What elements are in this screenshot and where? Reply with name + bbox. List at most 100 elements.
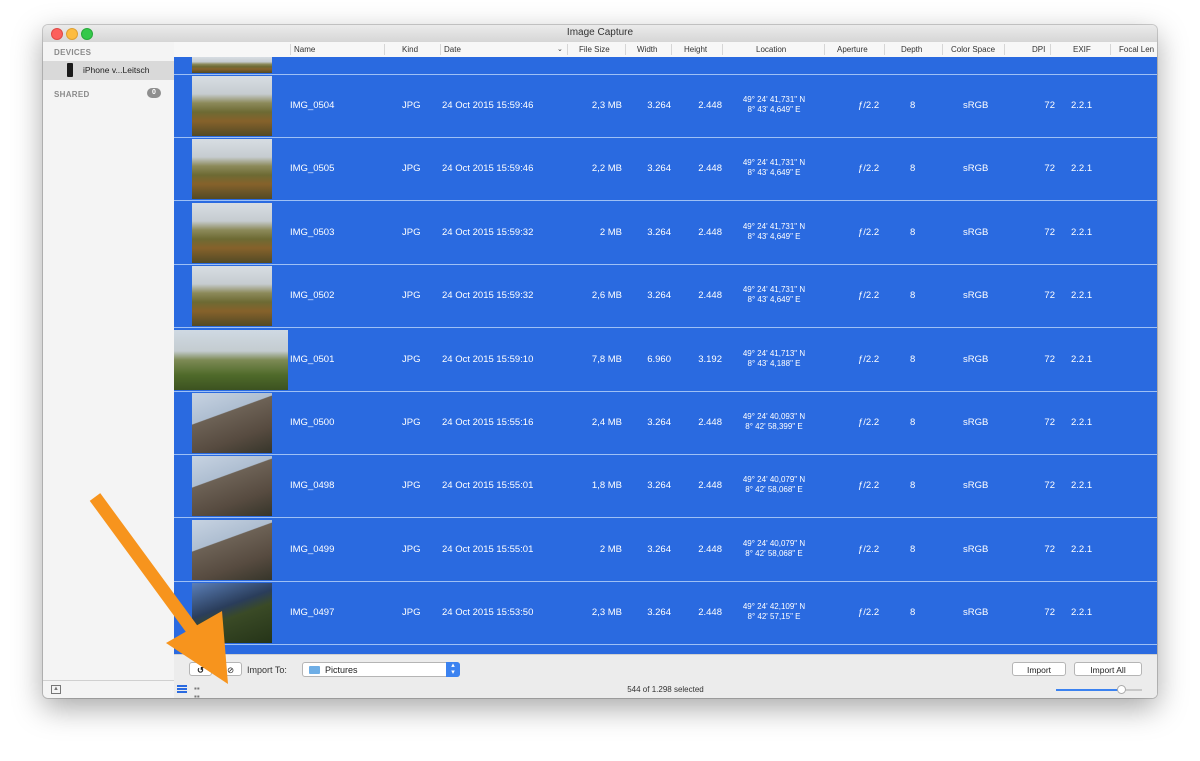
devices-header: DEVICES [54, 48, 92, 57]
latitude: 49° 24' 41,731" N [742, 285, 806, 294]
longitude: 8° 43' 4,649" E [747, 105, 801, 114]
file-name: IMG_0504 [290, 100, 335, 111]
table-row[interactable] [174, 646, 1157, 654]
slider-knob[interactable] [1117, 685, 1126, 694]
file-date: 24 Oct 2015 15:59:32 [442, 290, 534, 301]
shared-count-badge: 0 [147, 88, 161, 98]
thumbnail-size-slider[interactable] [1056, 685, 1142, 694]
import-all-button[interactable]: Import All [1074, 662, 1142, 676]
dpi: 72 [1044, 227, 1055, 238]
aperture: ƒ/2.2 [858, 480, 880, 491]
column-header-width[interactable]: Width [637, 45, 657, 55]
column-header-name[interactable]: Name [294, 45, 315, 55]
column-header-height[interactable]: Height [684, 45, 707, 55]
thumbnail-image [192, 76, 272, 136]
aperture: ƒ/2.2 [858, 354, 880, 365]
file-date: 24 Oct 2015 15:59:46 [442, 100, 534, 111]
location-cell: 49° 24' 41,731" N 8° 43' 4,649" E [724, 222, 824, 242]
file-size: 2,4 MB [591, 417, 622, 428]
column-header-kind[interactable]: Kind [402, 45, 418, 55]
image-width: 3.264 [647, 290, 671, 301]
column-header-exif[interactable]: EXIF [1073, 45, 1091, 55]
location-cell: 49° 24' 41,731" N 8° 43' 4,649" E [724, 158, 824, 178]
bit-depth: 8 [910, 607, 916, 618]
dpi: 72 [1044, 163, 1055, 174]
image-height: 2.448 [698, 480, 722, 491]
column-header-depth[interactable]: Depth [901, 45, 922, 55]
rotate-left-button[interactable]: ↺ [189, 662, 212, 676]
main-content: Name Kind Date ⌄ File Size Width Height … [174, 42, 1157, 698]
aperture: ƒ/2.2 [858, 544, 880, 555]
latitude: 49° 24' 41,731" N [742, 95, 806, 104]
latitude: 49° 24' 41,713" N [742, 349, 806, 358]
exif-version: 2.2.1 [1071, 227, 1093, 238]
table-row[interactable]: IMG_0501 JPG 24 Oct 2015 15:59:10 7,8 MB 6.9… [174, 329, 1157, 392]
image-width: 3.264 [647, 480, 671, 491]
import-button[interactable]: Import [1012, 662, 1066, 676]
delete-button[interactable]: ⊘ [219, 662, 242, 676]
color-space: sRGB [963, 417, 989, 428]
column-header-aperture[interactable]: Aperture [837, 45, 868, 55]
image-height: 2.448 [698, 544, 722, 555]
table-row[interactable] [174, 57, 1157, 75]
thumbnail-image [192, 266, 272, 326]
latitude: 49° 24' 42,109" N [742, 602, 806, 611]
file-date: 24 Oct 2015 15:55:16 [442, 417, 534, 428]
image-height: 2.448 [698, 417, 722, 428]
latitude: 49° 24' 40,079" N [742, 475, 806, 484]
table-row[interactable]: IMG_0503 JPG 24 Oct 2015 15:59:32 2 MB 3.264… [174, 202, 1157, 265]
show-sidebar-details-icon[interactable]: ▲ [51, 685, 61, 694]
file-kind: JPG [402, 607, 421, 618]
latitude: 49° 24' 41,731" N [742, 158, 806, 167]
bit-depth: 8 [910, 227, 916, 238]
table-row[interactable]: IMG_0502 JPG 24 Oct 2015 15:59:32 2,6 MB 3.2… [174, 265, 1157, 328]
image-height: 2.448 [698, 290, 722, 301]
color-space: sRGB [963, 100, 989, 111]
location-cell: 49° 24' 42,109" N 8° 42' 57,15" E [724, 602, 824, 622]
sidebar-item-iphone[interactable]: iPhone v...Leitsch [43, 61, 174, 80]
exif-version: 2.2.1 [1071, 607, 1093, 618]
aperture: ƒ/2.2 [858, 163, 880, 174]
image-list[interactable]: IMG_0504 JPG 24 Oct 2015 15:59:46 2,3 MB 3.2… [174, 57, 1157, 654]
table-row[interactable]: IMG_0500 JPG 24 Oct 2015 15:55:16 2,4 MB 3.2… [174, 392, 1157, 455]
file-size: 2,6 MB [591, 290, 622, 301]
longitude: 8° 43' 4,188" E [747, 359, 801, 368]
table-row[interactable]: IMG_0499 JPG 24 Oct 2015 15:55:01 2 MB 3.264… [174, 519, 1157, 582]
aperture: ƒ/2.2 [858, 607, 880, 618]
file-kind: JPG [402, 227, 421, 238]
file-kind: JPG [402, 163, 421, 174]
file-name: IMG_0497 [290, 607, 335, 618]
exif-version: 2.2.1 [1071, 100, 1093, 111]
color-space: sRGB [963, 607, 989, 618]
import-destination-popup[interactable]: Pictures ▴ ▾ [302, 662, 460, 677]
latitude: 49° 24' 41,731" N [742, 222, 806, 231]
color-space: sRGB [963, 290, 989, 301]
table-row[interactable]: IMG_0504 JPG 24 Oct 2015 15:59:46 2,3 MB 3.2… [174, 75, 1157, 138]
bottom-toolbar: ↺ ⊘ Import To: Pictures ▴ ▾ Import Import… [174, 654, 1157, 682]
column-header-focal-length[interactable]: Focal Len [1119, 45, 1154, 55]
color-space: sRGB [963, 163, 989, 174]
dpi: 72 [1044, 354, 1055, 365]
thumbnail-image [192, 139, 272, 199]
column-header-dpi[interactable]: DPI [1032, 45, 1045, 55]
latitude: 49° 24' 40,093" N [742, 412, 806, 421]
selection-count: 544 of 1.298 selected [627, 685, 704, 694]
dpi: 72 [1044, 607, 1055, 618]
color-space: sRGB [963, 480, 989, 491]
file-kind: JPG [402, 290, 421, 301]
file-name: IMG_0498 [290, 480, 335, 491]
column-header-location[interactable]: Location [756, 45, 786, 55]
file-date: 24 Oct 2015 15:55:01 [442, 480, 534, 491]
table-row[interactable]: IMG_0497 JPG 24 Oct 2015 15:53:50 2,3 MB 3.2… [174, 582, 1157, 645]
color-space: sRGB [963, 354, 989, 365]
table-row[interactable]: IMG_0498 JPG 24 Oct 2015 15:55:01 1,8 MB 3.2… [174, 455, 1157, 518]
column-header-date[interactable]: Date [444, 45, 461, 55]
bit-depth: 8 [910, 480, 916, 491]
dpi: 72 [1044, 544, 1055, 555]
table-row[interactable]: IMG_0505 JPG 24 Oct 2015 15:59:46 2,2 MB 3.2… [174, 138, 1157, 201]
file-name: IMG_0502 [290, 290, 335, 301]
image-width: 3.264 [647, 163, 671, 174]
column-header-color-space[interactable]: Color Space [951, 45, 995, 55]
location-cell: 49° 24' 40,079" N 8° 42' 58,068" E [724, 475, 824, 495]
column-header-file-size[interactable]: File Size [579, 45, 610, 55]
